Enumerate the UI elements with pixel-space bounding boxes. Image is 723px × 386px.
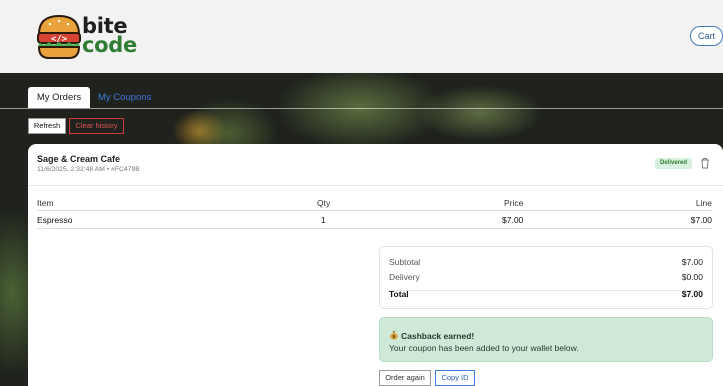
card-header-divider [28, 185, 723, 186]
tab-my-orders[interactable]: My Orders [28, 87, 90, 108]
tabs-divider [0, 108, 723, 109]
money-bag-icon: $ [390, 331, 398, 340]
cashback-title: Cashback earned! [401, 331, 475, 341]
delivery-label: Delivery [389, 272, 420, 282]
table-row-line [37, 228, 712, 229]
table-header-line [37, 210, 712, 211]
total-label: Total [389, 289, 409, 299]
order-meta: 11/6/2025, 2:32:48 AM • #FC479B [37, 166, 140, 173]
delivery-value: $0.00 [681, 272, 703, 282]
row-price: $7.00 [502, 215, 524, 225]
refresh-button[interactable]: Refresh [28, 118, 66, 134]
order-card: Sage & Cream Cafe 11/6/2025, 2:32:48 AM … [28, 144, 723, 386]
brand-line-2: code [82, 33, 137, 57]
cashback-notice: $ Cashback earned! Your coupon has been … [379, 317, 713, 362]
col-qty-header: Qty [317, 198, 331, 208]
status-badge: Delivered [655, 158, 692, 169]
cart-button[interactable]: Cart [690, 26, 723, 46]
col-line-header: Line [695, 198, 712, 208]
subtotal-label: Subtotal [389, 257, 421, 267]
row-line: $7.00 [690, 215, 712, 225]
copy-id-button[interactable]: Copy ID [435, 370, 475, 386]
col-item-header: Item [37, 198, 54, 208]
cashback-text: Your coupon has been added to your walle… [389, 343, 579, 353]
trash-icon[interactable] [700, 157, 710, 169]
order-summary: Subtotal $7.00 Delivery $0.00 Total $7.0… [379, 246, 713, 309]
store-name: Sage & Cream Cafe [37, 154, 121, 164]
row-qty: 1 [321, 215, 326, 225]
col-price-header: Price [504, 198, 524, 208]
order-again-button[interactable]: Order again [379, 370, 431, 386]
subtotal-value: $7.00 [681, 257, 703, 267]
cashback-title-row: $ Cashback earned! [389, 330, 474, 341]
svg-text:$: $ [392, 334, 395, 340]
brand-wordmark[interactable]: bite code [82, 16, 137, 57]
clear-history-button[interactable]: Clear history [69, 118, 124, 134]
total-value: $7.00 [681, 289, 703, 299]
site-header: </> bite code Cart [0, 0, 723, 73]
tab-my-coupons[interactable]: My Coupons [98, 87, 151, 108]
summary-divider [389, 290, 703, 291]
row-item: Espresso [37, 215, 73, 225]
